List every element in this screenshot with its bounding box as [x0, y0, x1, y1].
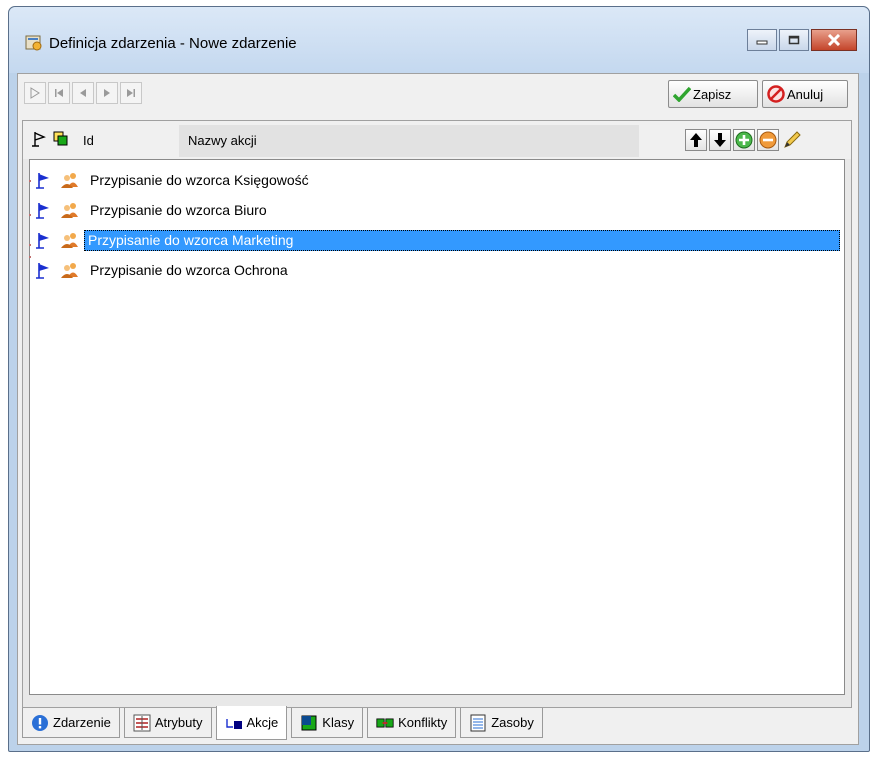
info-icon	[31, 714, 49, 732]
list-item[interactable]: Przypisanie do wzorca Ochrona	[30, 256, 844, 286]
list-item[interactable]: Przypisanie do wzorca Marketing	[30, 226, 844, 256]
tab-akcje[interactable]: Akcje	[215, 706, 288, 740]
flag-icon	[36, 233, 49, 249]
tab-klasy[interactable]: Klasy	[291, 708, 364, 738]
close-button[interactable]	[811, 29, 857, 51]
flag-column-icon	[32, 132, 46, 147]
tab-label: Akcje	[246, 715, 279, 730]
dialog-window: Definicja zdarzenia - Nowe zdarzenie Zap…	[8, 6, 870, 752]
move-down-button[interactable]	[709, 129, 731, 151]
minimize-button[interactable]	[747, 29, 777, 51]
resources-icon	[469, 714, 487, 732]
actions-list[interactable]: Przypisanie do wzorca Księgowość Przypisa…	[29, 159, 845, 695]
cancel-button-label: Anuluj	[787, 86, 824, 102]
conflict-icon	[376, 714, 394, 732]
save-button-label: Zapisz	[693, 86, 732, 102]
record-navigation	[24, 82, 142, 104]
cancel-icon	[767, 85, 785, 103]
action-arrow-icon	[225, 714, 243, 732]
attributes-icon	[133, 714, 151, 732]
cancel-button[interactable]: Anuluj	[762, 80, 848, 108]
first-record-button[interactable]	[48, 82, 70, 104]
previous-record-icon	[80, 89, 86, 97]
edit-icon	[784, 131, 801, 148]
tab-label: Konflikty	[398, 715, 448, 730]
maximize-button[interactable]	[779, 29, 809, 51]
add-icon	[735, 131, 753, 149]
remove-icon	[759, 131, 777, 149]
save-button[interactable]: Zapisz	[668, 80, 758, 108]
list-item[interactable]: Przypisanie do wzorca Księgowość	[30, 166, 844, 196]
tab-label: Atrybuty	[154, 715, 203, 730]
arrow-down-icon	[714, 133, 726, 147]
action-name: Przypisanie do wzorca Księgowość	[90, 172, 309, 188]
event-definition-icon	[25, 35, 42, 51]
first-record-icon	[55, 89, 63, 97]
last-record-button[interactable]	[120, 82, 142, 104]
window-title: Definicja zdarzenia - Nowe zdarzenie	[49, 35, 297, 52]
tab-label: Zdarzenie	[53, 715, 111, 730]
action-names-column-header[interactable]: Nazwy akcji	[188, 133, 257, 148]
next-record-button[interactable]	[96, 82, 118, 104]
users-group-icon	[61, 203, 78, 218]
flag-icon	[36, 173, 49, 189]
new-record-button[interactable]	[24, 82, 46, 104]
move-up-button[interactable]	[685, 129, 707, 151]
remove-action-button[interactable]	[757, 129, 779, 151]
list-item[interactable]: Przypisanie do wzorca Biuro	[30, 196, 844, 226]
flag-icon	[36, 203, 49, 219]
tab-label: Zasoby	[491, 715, 534, 730]
class-icon	[300, 714, 318, 732]
users-group-icon	[61, 173, 78, 188]
grid-header: Id Nazwy akcji	[23, 121, 851, 159]
edit-action-button[interactable]	[781, 129, 803, 151]
add-action-button[interactable]	[733, 129, 755, 151]
tab-konflikty[interactable]: Konflikty	[367, 708, 457, 738]
minimize-icon	[756, 40, 768, 45]
users-group-icon	[61, 263, 78, 278]
dialog-content: Zapisz Anuluj Id Nazwy akcji Przypisanie…	[17, 73, 859, 745]
title-bar[interactable]: Definicja zdarzenia - Nowe zdarzenie	[9, 7, 869, 73]
tab-bar: Zdarzenie Atrybuty Akcje Klasy Konflikty Zaso…	[22, 706, 547, 740]
copy-column-icon	[53, 131, 68, 146]
tab-atrybuty[interactable]: Atrybuty	[123, 708, 212, 738]
action-name: Przypisanie do wzorca Marketing	[84, 230, 840, 251]
next-record-icon	[104, 89, 110, 97]
tab-zasoby[interactable]: Zasoby	[460, 708, 543, 738]
checkmark-icon	[673, 86, 691, 102]
tab-label: Klasy	[322, 715, 355, 730]
actions-grid: Id Nazwy akcji Przypisanie do wzorca Ksi…	[22, 120, 852, 708]
users-group-icon	[61, 233, 78, 248]
action-name: Przypisanie do wzorca Ochrona	[90, 262, 288, 278]
last-record-icon	[127, 89, 135, 97]
arrow-up-icon	[690, 133, 702, 147]
maximize-icon	[788, 35, 800, 45]
close-icon	[827, 34, 841, 46]
action-name: Przypisanie do wzorca Biuro	[90, 202, 267, 218]
tab-zdarzenie[interactable]: Zdarzenie	[22, 708, 120, 738]
new-record-icon	[30, 87, 40, 99]
previous-record-button[interactable]	[72, 82, 94, 104]
flag-icon	[36, 263, 49, 279]
id-column-header[interactable]: Id	[83, 133, 94, 148]
